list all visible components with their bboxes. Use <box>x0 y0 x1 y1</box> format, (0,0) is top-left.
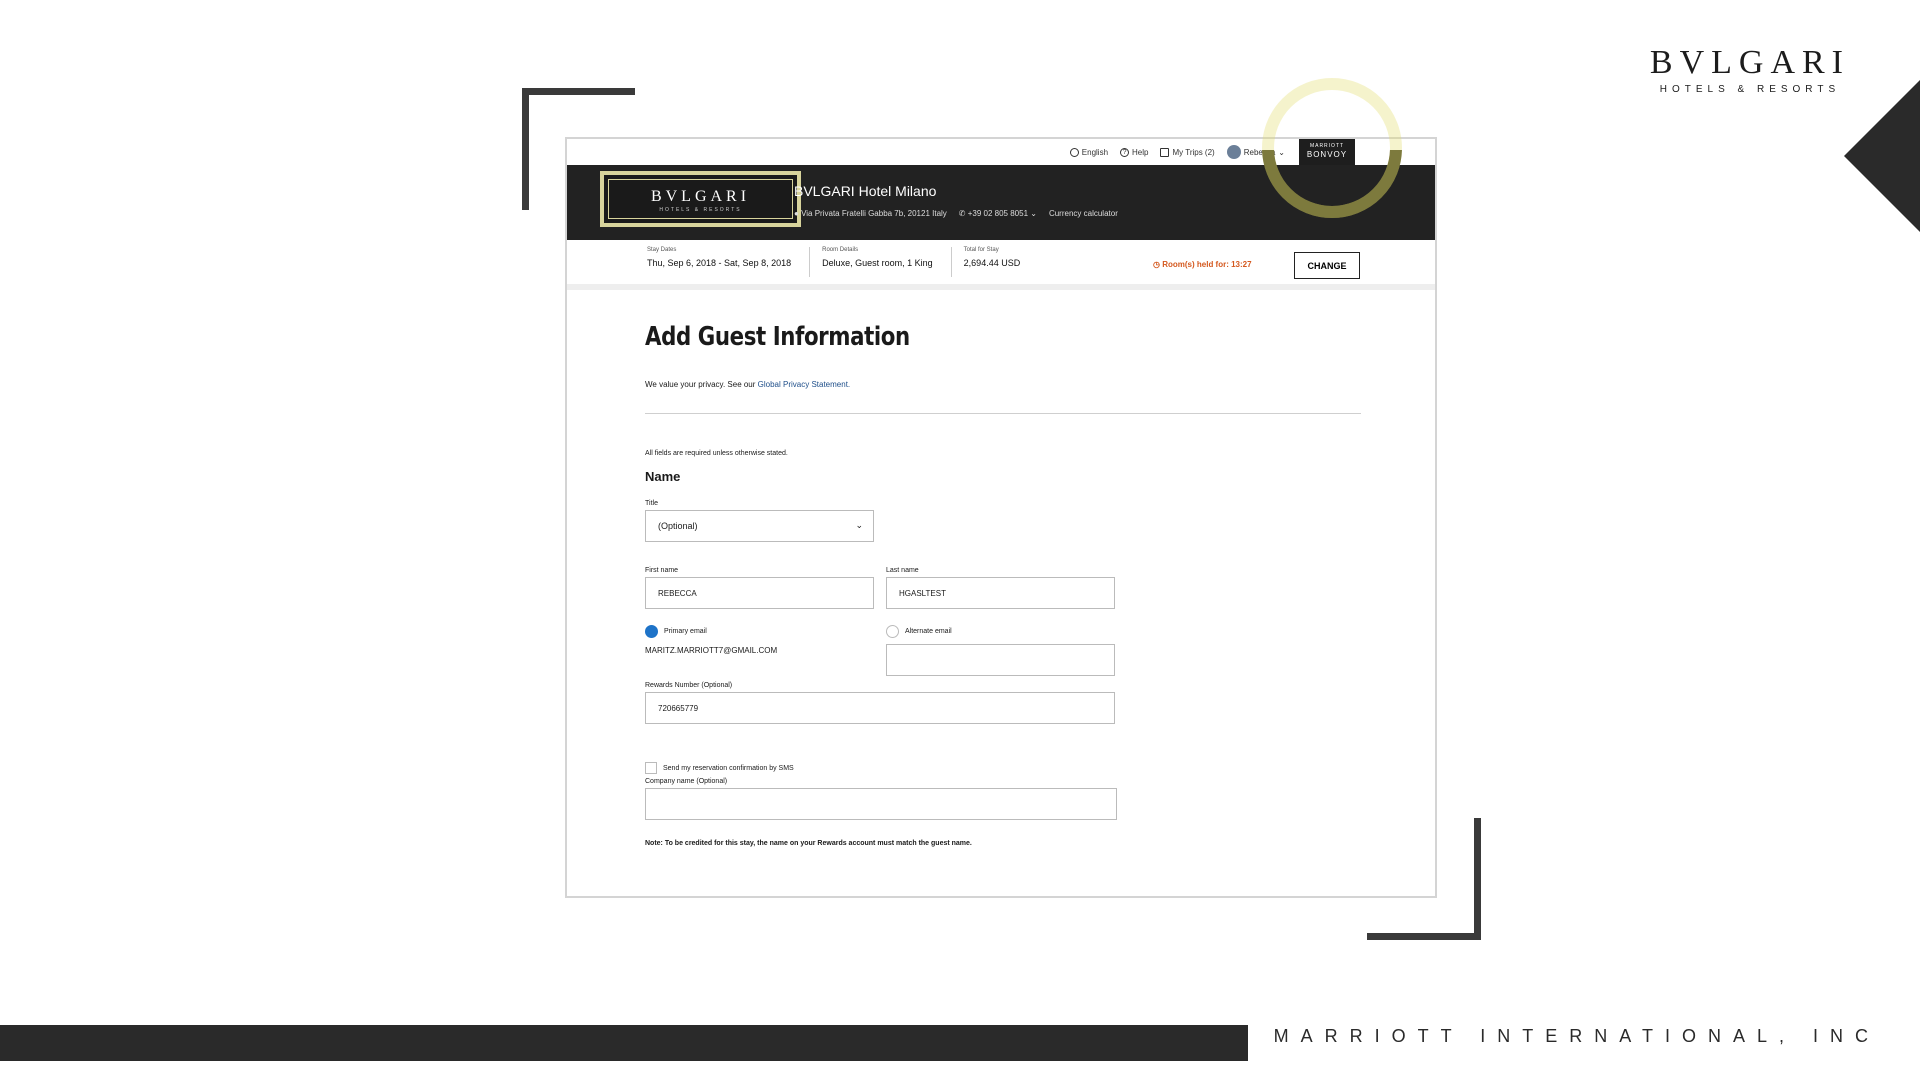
hotel-address-text: Via Privata Fratelli Gabba 7b, 20121 Ita… <box>801 209 947 218</box>
booking-screenshot: English ? Help My Trips (2) Rebecca ⌄ MA… <box>565 137 1437 898</box>
primary-email-value: MARITZ.MARRIOTT7@GMAIL.COM <box>645 646 778 655</box>
company-name-input[interactable] <box>645 788 1117 820</box>
title-select[interactable]: (Optional) ⌄ <box>645 510 874 542</box>
hotel-address: ● Via Privata Fratelli Gabba 7b, 20121 I… <box>794 209 947 218</box>
first-name-label: First name <box>645 567 679 574</box>
nav-trips-label: My Trips (2) <box>1172 147 1215 157</box>
page-title: Add Guest Information <box>645 322 910 352</box>
hotel-name: BVLGARI Hotel Milano <box>794 183 937 199</box>
privacy-notice: We value your privacy. See our Global Pr… <box>645 380 1357 389</box>
company-name-label: Company name (Optional) <box>645 778 728 785</box>
hotel-logo-highlight[interactable]: BVLGARI HOTELS & RESORTS <box>600 171 801 227</box>
brand-subtitle: HOTELS & RESORTS <box>1659 84 1841 95</box>
hotel-phone-text: +39 02 805 8051 <box>967 209 1029 218</box>
title-select-value: (Optional) <box>658 521 698 531</box>
room-details: Room Details Deluxe, Guest room, 1 King <box>822 247 952 277</box>
phone-icon: ✆ <box>958 209 966 218</box>
title-label: Title <box>645 500 658 507</box>
help-icon: ? <box>1120 147 1130 157</box>
last-name-label: Last name <box>886 567 919 574</box>
rewards-number-input[interactable]: 720665779 <box>645 692 1115 724</box>
bvlgari-brand-logo: BVLGARI HOTELS & RESORTS <box>1650 44 1850 95</box>
globe-icon <box>1069 147 1079 157</box>
footer-bar <box>0 1025 1248 1061</box>
privacy-text: We value your privacy. See our <box>645 380 758 389</box>
room-held-text: Room(s) held for: 13:27 <box>1162 260 1252 269</box>
alternate-email-input[interactable] <box>886 644 1115 676</box>
stay-summary-bar: Stay Dates Thu, Sep 6, 2018 - Sat, Sep 8… <box>567 240 1435 290</box>
stay-dates-value: Thu, Sep 6, 2018 - Sat, Sep 8, 2018 <box>647 258 792 268</box>
rewards-number-label: Rewards Number (Optional) <box>645 682 733 689</box>
room-details-label: Room Details <box>822 247 859 253</box>
hotel-meta: ● Via Privata Fratelli Gabba 7b, 20121 I… <box>794 209 1118 218</box>
nav-language[interactable]: English <box>1069 147 1109 157</box>
hotel-phone[interactable]: ✆ +39 02 805 8051 ⌄ <box>959 209 1037 218</box>
required-fields-note: All fields are required unless otherwise… <box>645 450 788 457</box>
corner-triangle-decoration <box>1844 80 1920 232</box>
change-button[interactable]: CHANGE <box>1294 252 1360 279</box>
nav-language-label: English <box>1081 147 1109 157</box>
total-label: Total for Stay <box>963 247 999 253</box>
sms-checkbox[interactable] <box>645 762 657 774</box>
brand-wordmark: BVLGARI <box>1649 44 1850 81</box>
sms-label: Send my reservation confirmation by SMS <box>663 764 794 772</box>
nav-help[interactable]: ? Help <box>1120 147 1149 157</box>
primary-email-radio[interactable] <box>645 625 658 638</box>
chevron-down-icon: ⌄ <box>855 520 863 530</box>
sms-confirmation-option[interactable]: Send my reservation confirmation by SMS <box>645 762 1357 774</box>
currency-calculator-link[interactable]: Currency calculator <box>1049 209 1118 218</box>
suitcase-icon <box>1160 147 1170 157</box>
guest-form: Add Guest Information We value your priv… <box>567 322 1435 847</box>
rewards-name-note: Note: To be credited for this stay, the … <box>645 840 972 847</box>
primary-email-option[interactable]: Primary email <box>645 625 874 638</box>
chevron-down-icon: ⌄ <box>1030 209 1037 218</box>
alternate-email-option[interactable]: Alternate email <box>886 625 1115 638</box>
total-value: 2,694.44 USD <box>963 258 1021 268</box>
footer-company-name: MARRIOTT INTERNATIONAL, INC <box>1273 1026 1880 1046</box>
last-name-input[interactable]: HGASLTEST <box>886 577 1115 609</box>
room-details-value: Deluxe, Guest room, 1 King <box>822 258 933 268</box>
avatar <box>1226 145 1241 159</box>
nav-my-trips[interactable]: My Trips (2) <box>1160 147 1215 157</box>
section-heading-name: Name <box>645 469 681 484</box>
room-held-timer: ◷ Room(s) held for: 13:27 <box>1153 260 1252 269</box>
hotel-logo-subtitle: HOTELS & RESORTS <box>659 207 742 213</box>
divider <box>645 413 1361 414</box>
alternate-email-radio[interactable] <box>886 625 899 638</box>
stay-dates-label: Stay Dates <box>647 247 677 253</box>
nav-help-label: Help <box>1132 147 1149 157</box>
alternate-email-label: Alternate email <box>905 628 952 635</box>
stay-dates: Stay Dates Thu, Sep 6, 2018 - Sat, Sep 8… <box>647 247 811 277</box>
primary-email-label: Primary email <box>664 628 707 635</box>
location-pin-icon: ● <box>794 209 799 218</box>
privacy-statement-link[interactable]: Global Privacy Statement. <box>758 380 850 389</box>
clock-icon: ◷ <box>1153 260 1160 269</box>
total-for-stay: Total for Stay 2,694.44 USD <box>964 247 1039 277</box>
first-name-input[interactable]: REBECCA <box>645 577 874 609</box>
hotel-logo-wordmark: BVLGARI <box>650 188 751 205</box>
